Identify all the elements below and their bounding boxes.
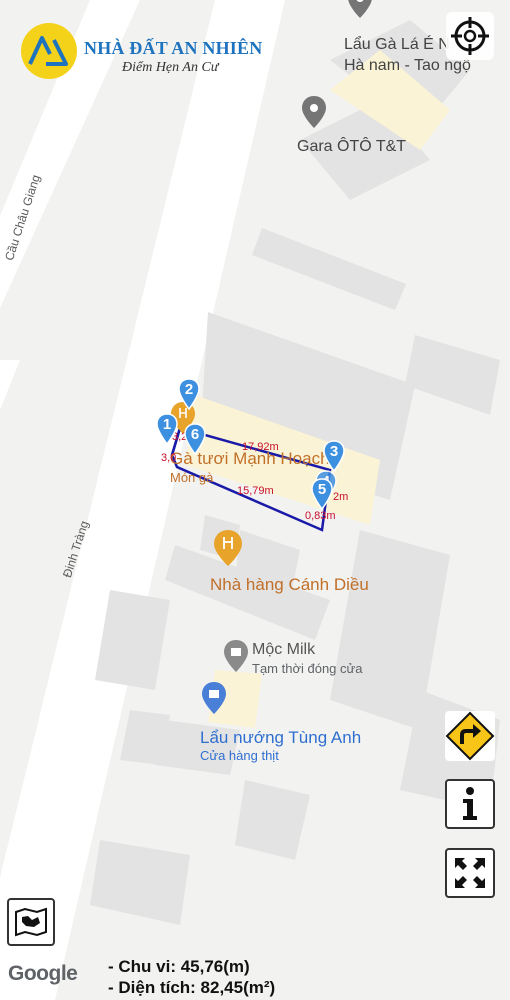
area-readout: - Diện tích: 82,45(m²): [108, 978, 276, 997]
edge-length-right-small: 0,83m: [305, 510, 336, 522]
poi-moc-milk-status: Tạm thời đóng cửa: [252, 661, 363, 676]
info-icon: [463, 787, 477, 820]
brand-slogan: Điểm Hẹn An Cư: [122, 60, 219, 75]
brand-logo: [20, 22, 78, 80]
poi-tung-anh-category: Cửa hàng thịt: [200, 748, 279, 763]
edge-length-top: 17,92m: [242, 441, 279, 453]
poi-canh-dieu[interactable]: Nhà hàng Cánh Diều: [210, 575, 369, 595]
crosshair-icon: [451, 17, 489, 55]
vertex-marker-3[interactable]: 3: [323, 440, 345, 473]
fullscreen-icon: [455, 858, 485, 888]
vertex-label: 3: [329, 443, 339, 460]
vertex-label: 1: [162, 416, 172, 433]
perimeter-readout: - Chu vi: 45,76(m): [108, 957, 250, 976]
vertex-marker-1[interactable]: 1: [156, 413, 178, 446]
vertex-label: 6: [190, 426, 200, 443]
poi-moc-milk[interactable]: Mộc Milk: [252, 641, 315, 659]
brand-logo-icon: [21, 23, 77, 79]
info-button[interactable]: [445, 779, 495, 829]
locate-button[interactable]: [446, 12, 494, 60]
vertex-marker-2[interactable]: 2: [178, 378, 200, 411]
poi-manh-hoach-category: Món gà: [170, 470, 214, 485]
turn-right-sign-icon: [445, 711, 495, 761]
map-canvas[interactable]: [0, 0, 510, 1000]
vertex-label: 2: [184, 381, 194, 398]
vertex-marker-5[interactable]: 5: [311, 478, 333, 511]
vertex-label: 5: [317, 481, 327, 498]
directions-button[interactable]: [445, 711, 495, 761]
map-layers-icon: [15, 907, 47, 937]
poi-lau-ga-line1[interactable]: Lẩu Gà Lá É N: [344, 36, 450, 54]
edge-length-bottom: 15,79m: [237, 485, 274, 497]
map-layers-button[interactable]: [7, 898, 55, 946]
poi-tung-anh[interactable]: Lẩu nướng Tùng Anh: [200, 728, 361, 748]
poi-gara[interactable]: Gara ÔTÔ T&T: [297, 138, 406, 156]
brand-name: NHÀ ĐẤT AN NHIÊN: [84, 38, 263, 58]
google-attribution: Google: [8, 962, 78, 985]
fullscreen-button[interactable]: [445, 848, 495, 898]
vertex-marker-6[interactable]: 6: [184, 423, 206, 456]
edge-length-left-a: 3,0: [161, 452, 177, 464]
